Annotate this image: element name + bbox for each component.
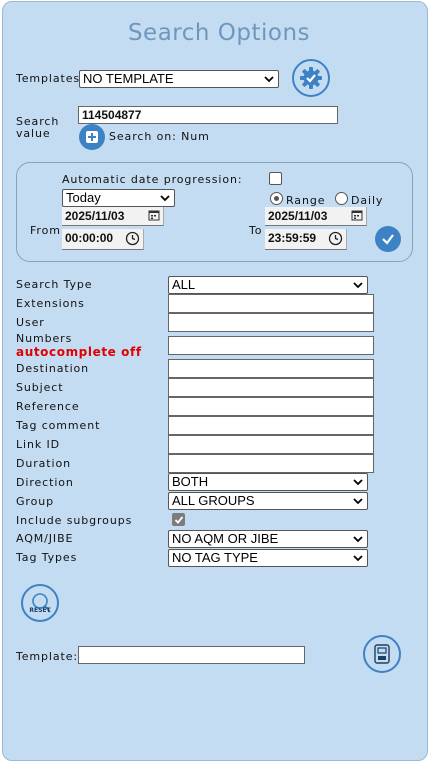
- search-value-label: Search value: [16, 116, 59, 140]
- date-preset-select[interactable]: Today: [62, 189, 175, 207]
- templates-select[interactable]: NO TEMPLATE: [79, 70, 279, 88]
- range-label: Range: [286, 194, 326, 207]
- templates-select-value: NO TEMPLATE: [83, 71, 174, 86]
- panel-title: Search Options: [127, 20, 311, 46]
- chevron-down-icon: [353, 479, 363, 486]
- range-radio[interactable]: [270, 192, 283, 205]
- aqm-select[interactable]: NO AQM OR JIBE: [168, 530, 368, 548]
- numbers-label: Numbers: [16, 332, 73, 345]
- reference-input[interactable]: [168, 397, 374, 416]
- from-time-value: 00:00:00: [65, 231, 114, 245]
- search-on-button[interactable]: [79, 124, 105, 150]
- numbers-input[interactable]: [168, 336, 374, 355]
- link-id-input[interactable]: [168, 435, 374, 454]
- search-type-label: Search Type: [16, 278, 93, 291]
- direction-select[interactable]: BOTH: [168, 473, 368, 491]
- to-time-value: 23:59:59: [268, 231, 317, 245]
- to-date-input[interactable]: 2025/11/03: [265, 207, 367, 226]
- from-date-input[interactable]: 2025/11/03: [62, 207, 164, 226]
- clock-icon: [328, 231, 343, 246]
- from-label: From: [30, 224, 61, 237]
- auto-date-checkbox[interactable]: [269, 172, 282, 185]
- tag-comment-label: Tag comment: [16, 419, 101, 432]
- group-value: ALL GROUPS: [172, 493, 255, 508]
- aqm-value: NO AQM OR JIBE: [172, 531, 279, 546]
- clock-icon: [125, 231, 140, 246]
- subject-input[interactable]: [168, 378, 374, 397]
- chevron-down-icon: [353, 282, 363, 289]
- chevron-down-icon: [353, 498, 363, 505]
- to-date-value: 2025/11/03: [268, 209, 328, 223]
- duration-label: Duration: [16, 457, 71, 470]
- search-value-label-line2: value: [16, 127, 51, 140]
- apply-dates-button[interactable]: [375, 226, 401, 252]
- calendar-icon: [351, 210, 363, 221]
- subject-label: Subject: [16, 381, 64, 394]
- from-time-input[interactable]: 00:00:00: [62, 229, 144, 250]
- duration-input[interactable]: [168, 454, 374, 473]
- aqm-label: AQM/JIBE: [16, 532, 74, 545]
- chevron-down-icon: [160, 195, 170, 202]
- save-icon: [374, 644, 390, 664]
- extensions-input[interactable]: [168, 294, 374, 313]
- template-name-label: Template:: [16, 650, 78, 663]
- chevron-down-icon: [353, 536, 363, 543]
- templates-label: Templates: [16, 72, 81, 85]
- reset-label: RESET: [29, 607, 51, 614]
- date-preset-value: Today: [66, 190, 101, 205]
- checkmark-icon: [382, 234, 394, 245]
- destination-label: Destination: [16, 362, 90, 375]
- plus-icon: [86, 131, 98, 143]
- include-subgroups-label: Include subgroups: [16, 514, 133, 527]
- auto-date-label: Automatic date progression:: [62, 173, 243, 186]
- chevron-down-icon: [264, 76, 274, 83]
- calendar-icon: [148, 210, 160, 221]
- search-value-input[interactable]: 114504877: [78, 106, 338, 124]
- chevron-down-icon: [353, 555, 363, 562]
- daily-label: Daily: [351, 194, 384, 207]
- template-settings-button[interactable]: [292, 59, 330, 97]
- tag-types-select[interactable]: NO TAG TYPE: [168, 549, 368, 567]
- group-label: Group: [16, 495, 54, 508]
- tag-types-label: Tag Types: [16, 551, 78, 564]
- checkmark-icon: [174, 516, 184, 524]
- tag-comment-input[interactable]: [168, 416, 374, 435]
- user-label: User: [16, 316, 45, 329]
- group-select[interactable]: ALL GROUPS: [168, 492, 368, 510]
- include-subgroups-checkbox[interactable]: [172, 513, 185, 526]
- to-label: To: [249, 224, 263, 237]
- extensions-label: Extensions: [16, 297, 85, 310]
- reset-button[interactable]: RESET: [21, 584, 59, 622]
- direction-label: Direction: [16, 476, 74, 489]
- daily-radio[interactable]: [335, 192, 348, 205]
- gear-icon: [300, 67, 322, 89]
- direction-value: BOTH: [172, 474, 209, 489]
- search-type-select[interactable]: ALL: [168, 276, 368, 294]
- save-template-button[interactable]: [363, 635, 401, 673]
- tag-types-value: NO TAG TYPE: [172, 550, 258, 565]
- from-date-value: 2025/11/03: [65, 209, 125, 223]
- user-input[interactable]: [168, 313, 374, 332]
- search-on-label: Search on: Num: [109, 130, 210, 143]
- template-name-input[interactable]: [78, 646, 305, 664]
- search-type-value: ALL: [172, 277, 196, 292]
- link-id-label: Link ID: [16, 438, 61, 451]
- autocomplete-warning: autocomplete off: [16, 345, 142, 359]
- to-time-input[interactable]: 23:59:59: [265, 229, 347, 250]
- destination-input[interactable]: [168, 359, 374, 378]
- reference-label: Reference: [16, 400, 80, 413]
